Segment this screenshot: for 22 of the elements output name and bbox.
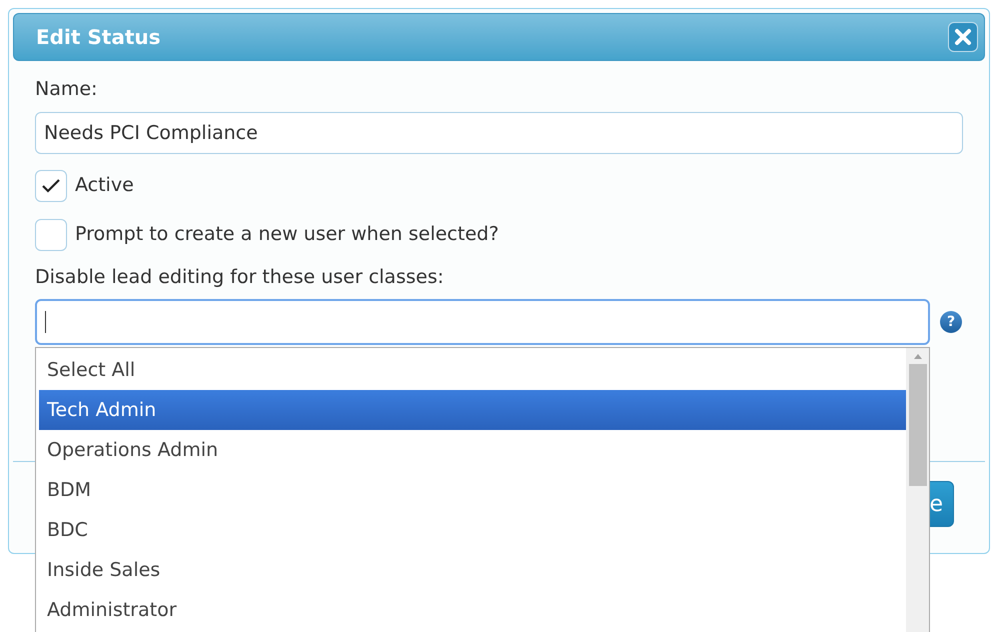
checkbox[interactable] — [35, 218, 67, 250]
scrollbar[interactable] — [906, 348, 929, 632]
checkbox-label: Active — [75, 173, 134, 198]
dropdown-option[interactable]: BDC — [39, 510, 906, 550]
check-icon — [41, 178, 61, 194]
close-button[interactable] — [948, 22, 978, 52]
close-icon — [954, 28, 972, 46]
name-label: Name: — [35, 77, 98, 102]
dropdown-option[interactable]: BDM — [39, 470, 906, 510]
user-classes-field[interactable] — [35, 299, 930, 345]
dropdown-option[interactable]: Operations Admin — [39, 430, 906, 470]
checkbox-label: Prompt to create a new user when selected? — [75, 222, 499, 248]
name-field[interactable]: Needs PCI Compliance — [35, 112, 963, 154]
user-classes-label: Disable lead editing for these user classes: — [35, 264, 445, 290]
dropdown-option[interactable]: Inside Sales — [39, 550, 906, 590]
checkbox[interactable] — [35, 170, 67, 202]
dialog-title: Edit Status — [36, 24, 161, 51]
scroll-thumb[interactable] — [908, 364, 926, 486]
dropdown-option[interactable]: Tech Admin — [39, 390, 906, 430]
dropdown-option[interactable]: Select All — [39, 350, 906, 390]
dropdown-option[interactable]: Administrator — [39, 590, 906, 630]
help-button[interactable]: ? — [940, 311, 962, 333]
